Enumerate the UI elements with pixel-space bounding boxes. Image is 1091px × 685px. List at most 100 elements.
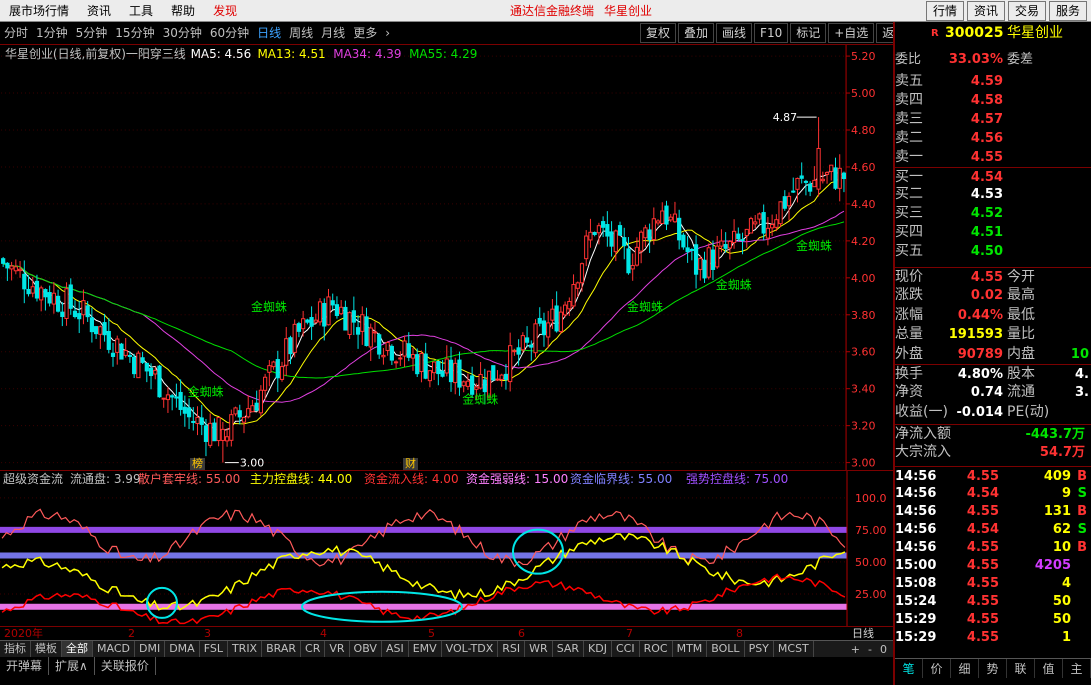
level-price: 4.50 [970,244,1003,260]
side-tab[interactable]: 价 [923,659,951,678]
indicator-tab[interactable]: MTM [673,641,708,657]
side-tab[interactable]: 主 [1063,659,1091,678]
side-tab[interactable]: 细 [951,659,979,678]
candle-body [275,359,280,379]
period-10[interactable]: › [381,22,394,44]
toolbar-button-3[interactable]: F10 [754,23,789,43]
tick-row: 15:00 4.55 4205 [895,556,1091,575]
candle-body [672,213,678,223]
candle-body [634,246,640,266]
indicator-tab[interactable]: TRIX [228,641,263,657]
candle-body [820,178,825,182]
side-tab[interactable]: 值 [1035,659,1063,678]
side-tab[interactable]: 笔 [895,659,923,678]
quote-button[interactable]: 行情 [925,1,964,21]
candle-body [668,216,673,221]
indicator-tab[interactable]: VR [325,641,350,657]
indicator-tab[interactable]: SAR [553,641,585,657]
chart-legend-name: 华星创业(日线,前复权)一阳穿三线 [5,46,186,61]
tab-control-button[interactable]: + [851,643,860,656]
candle-body [744,228,749,237]
period-4[interactable]: 30分钟 [159,22,206,44]
candle-body [68,284,73,309]
indicator-tab[interactable]: OBV [350,641,382,657]
ind-legend-item: 强势控盘线: 75.00 [686,471,788,486]
toolbar-button-2[interactable]: 画线 [716,23,753,43]
indicator-tab[interactable]: 全部 [62,641,93,657]
weicha-label: 委差 [1007,52,1034,67]
indicator-tab[interactable]: 指标 [0,641,31,657]
candle-body [381,354,386,358]
indicator-tab[interactable]: CR [301,641,326,657]
candle-body [808,183,813,192]
danmaku-button[interactable]: 开弹幕 [0,657,50,675]
candle-body [516,347,521,355]
date-label: 3 [204,627,211,640]
side-tab[interactable]: 势 [979,659,1007,678]
expand-button[interactable]: 扩展∧ [49,657,95,675]
period-5[interactable]: 60分钟 [206,22,253,44]
indicator-tab[interactable]: CCI [612,641,640,657]
period-7[interactable]: 周线 [285,22,317,44]
indicator-tab[interactable]: RSI [498,641,526,657]
indicator-tab[interactable]: WR [525,641,553,657]
event-marker[interactable]: 财 [403,458,418,470]
tab-control-button[interactable]: - [868,643,872,656]
menu-market[interactable]: 展市场行情 [0,0,78,22]
indicator-tab[interactable]: VOL-TDX [442,641,499,657]
tab-control-button[interactable]: 0 [880,643,887,656]
period-1[interactable]: 1分钟 [32,22,72,44]
indicator-tab[interactable]: BRAR [262,641,302,657]
ind-tick-label: 25.00 [855,588,887,601]
trade-button[interactable]: 交易 [1007,1,1046,21]
indicator-tab[interactable]: EMV [409,641,442,657]
indicator-tab[interactable]: DMA [165,641,200,657]
period-0[interactable]: 分时 [0,22,32,44]
event-marker[interactable]: 榜 [190,458,205,470]
toolbar-button-5[interactable]: +自选 [828,23,875,43]
news-button[interactable]: 资讯 [966,1,1005,21]
toolbar-button-4[interactable]: 标记 [790,23,827,43]
indicator-tab[interactable]: MCST [774,641,814,657]
signal-label: 金蜘蛛 [796,238,832,253]
related-quote-button[interactable]: 关联报价 [95,657,156,675]
indicator-tab[interactable]: PSY [745,641,774,657]
candle-body [558,311,563,333]
candle-body [237,410,242,418]
stat-row: 外盘 90789 内盘 10 [895,345,1091,364]
toolbar-button-0[interactable]: 复权 [640,23,677,43]
candle-body [588,231,593,241]
candle-body [723,244,728,249]
period-2[interactable]: 5分钟 [72,22,112,44]
candle-body [731,230,737,244]
indicator-tab[interactable]: FSL [200,641,228,657]
indicator-tab[interactable]: ASI [382,641,409,657]
level-price: 4.54 [970,169,1003,185]
period-3[interactable]: 15分钟 [111,22,158,44]
indicator-chart[interactable]: 100.0 75.00 50.00 25.00 超级资金流 流通盘: 3.99散户套牢线… [0,471,893,626]
indicator-tab[interactable]: MACD [93,641,135,657]
flag-icon: R [931,28,939,39]
candle-body [39,287,44,301]
ma13-line [2,176,845,425]
candlestick-chart[interactable]: 5.20 5.00 4.80 4.60 4.40 4.20 4.00 3.80 3.60 3.40… [0,44,893,470]
indicator-tab[interactable]: 模板 [31,641,62,657]
menu-help[interactable]: 帮助 [162,0,204,22]
candle-body [461,381,466,387]
period-8[interactable]: 月线 [317,22,349,44]
buy-level: 买一 4.54 [895,166,1091,186]
service-button[interactable]: 服务 [1048,1,1087,21]
candle-body [26,288,31,295]
period-6[interactable]: 日线 [253,22,285,44]
menu-discover[interactable]: 发现 [204,0,246,22]
indicator-tab[interactable]: ROC [640,641,673,657]
indicator-tab[interactable]: KDJ [584,641,612,657]
indicator-tab[interactable]: BOLL [707,641,745,657]
tick-price: 4.55 [966,612,999,627]
toolbar-button-1[interactable]: 叠加 [678,23,715,43]
indicator-tab[interactable]: DMI [135,641,166,657]
side-tab[interactable]: 联 [1007,659,1035,678]
menu-news[interactable]: 资讯 [78,0,120,22]
menu-tools[interactable]: 工具 [120,0,162,22]
period-9[interactable]: 更多 [349,22,381,44]
